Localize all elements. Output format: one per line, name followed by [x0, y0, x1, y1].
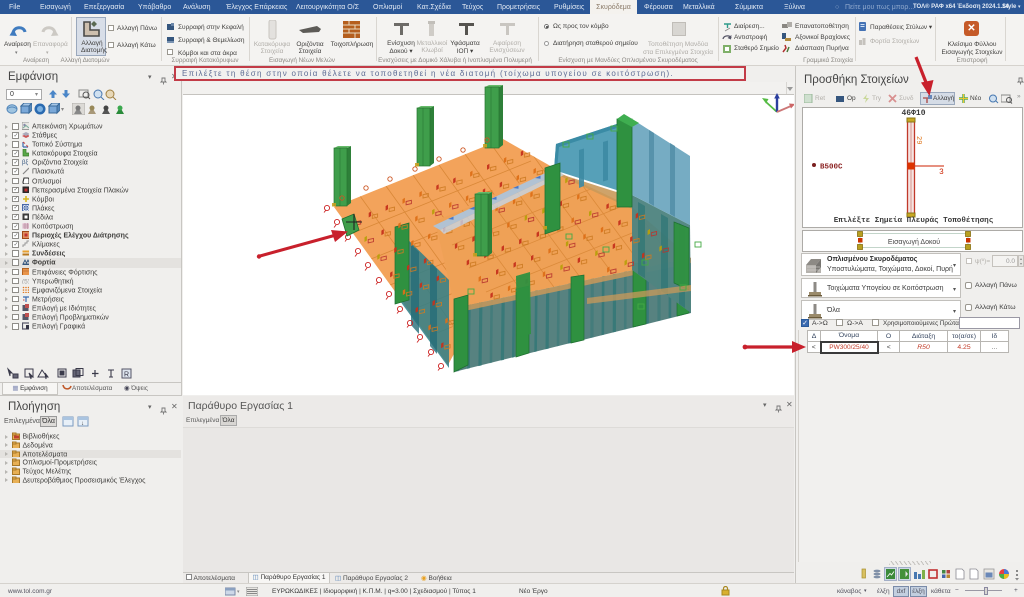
svg-text:B500C: B500C — [820, 164, 843, 172]
svg-text:βξ: βξ — [22, 160, 28, 166]
svg-text:R: R — [124, 372, 129, 379]
svg-text:↓: ↓ — [81, 421, 84, 427]
svg-text:(5): (5) — [22, 278, 30, 284]
svg-text:29: 29 — [914, 136, 922, 144]
svg-text:3: 3 — [939, 168, 944, 177]
